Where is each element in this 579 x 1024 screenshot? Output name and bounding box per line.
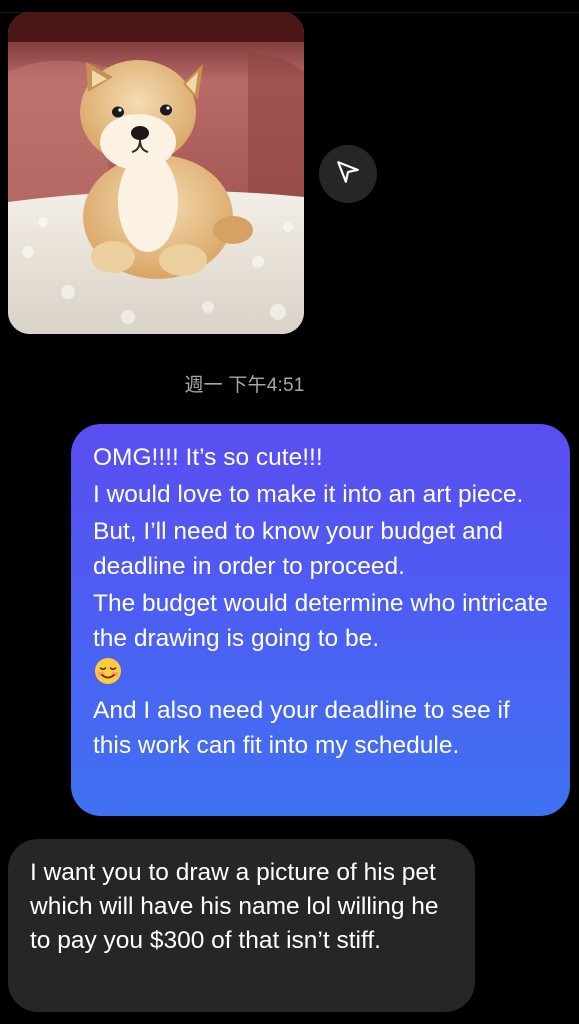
shared-photo[interactable]: [8, 12, 304, 334]
sent-message-bubble[interactable]: OMG!!!! It’s so cute!!! I would love to …: [71, 424, 570, 816]
puppy-photo-illustration: [8, 12, 304, 334]
received-message-text: I want you to draw a picture of his pet …: [30, 859, 439, 954]
sent-message-line: OMG!!!! It’s so cute!!!: [93, 444, 323, 471]
sent-message-line: And I also need your deadline to see if …: [93, 697, 510, 759]
sent-message-line: But, I’ll need to know your budget and d…: [93, 518, 503, 580]
sent-message-line: I would love to make it into an art piec…: [93, 481, 524, 508]
received-message-bubble[interactable]: I want you to draw a picture of his pet …: [8, 839, 475, 1012]
send-paper-plane-icon: [335, 159, 361, 190]
share-button[interactable]: [319, 145, 377, 203]
sent-message-line: The budget would determine who intricate…: [93, 586, 550, 691]
message-timestamp: 週一 下午4:51: [184, 375, 305, 396]
smiling-face-with-blush-emoji: [93, 656, 123, 686]
sent-message-text: The budget would determine who intricate…: [93, 590, 548, 652]
